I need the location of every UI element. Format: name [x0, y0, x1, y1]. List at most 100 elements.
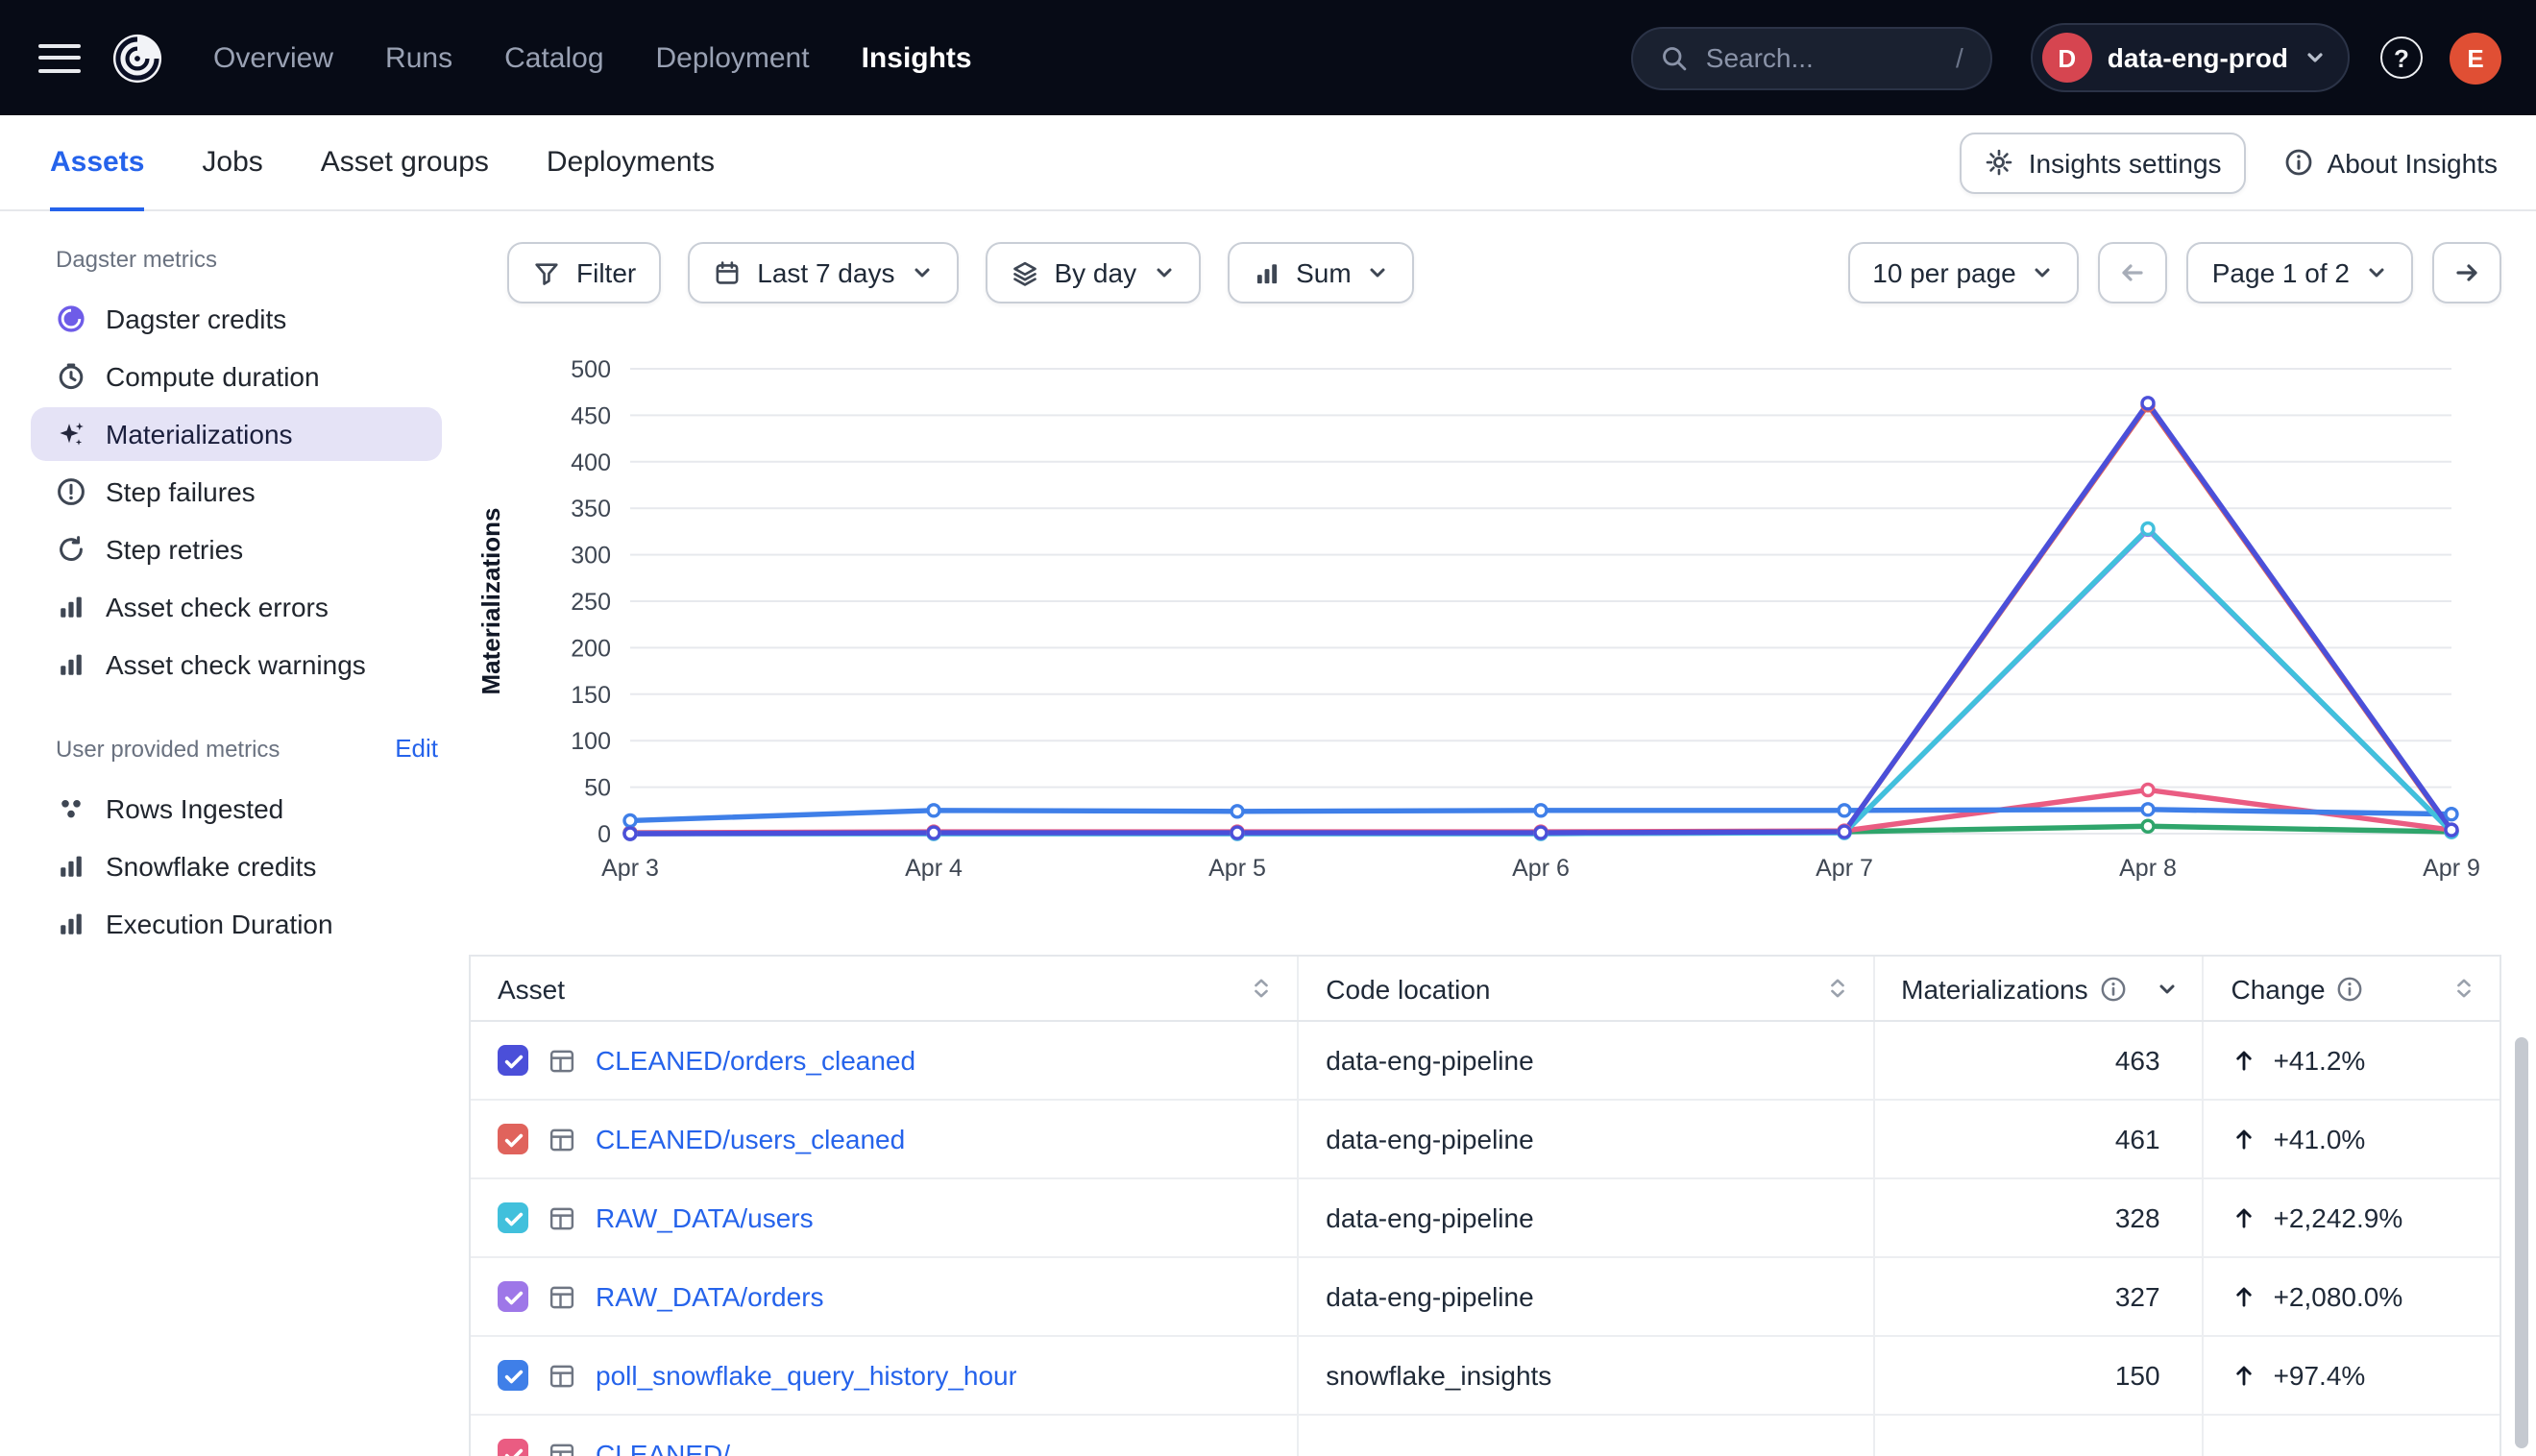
sidebar-item-step-failures[interactable]: Step failures [31, 465, 442, 519]
sidebar-item-asset-check-errors[interactable]: Asset check errors [31, 580, 442, 634]
search-shortcut: / [1956, 42, 1963, 73]
metrics-sidebar: Dagster metrics Dagster credits Compute … [0, 211, 469, 1456]
primary-nav: Overview Runs Catalog Deployment Insight… [213, 41, 972, 74]
prev-page-button[interactable] [2099, 242, 2168, 303]
sort-icon[interactable] [1249, 976, 1274, 1001]
check-icon [502, 1286, 524, 1307]
per-page-label: 10 per page [1872, 257, 2015, 288]
up-arrow-icon [2231, 1047, 2258, 1074]
calendar-icon [713, 258, 742, 287]
help-icon: ? [2394, 43, 2409, 72]
row-checkbox[interactable] [498, 1045, 528, 1076]
row-checkbox[interactable] [498, 1439, 528, 1456]
page-selector-button[interactable]: Page 1 of 2 [2187, 242, 2413, 303]
menu-button[interactable] [38, 43, 81, 72]
about-insights-link[interactable]: About Insights [2285, 147, 2498, 178]
table-body: CLEANED/orders_cleaned data-eng-pipeline… [471, 1022, 2499, 1456]
sort-icon[interactable] [1824, 976, 1849, 1001]
change-value: +41.2% [2274, 1045, 2366, 1076]
code-location-cell: data-eng-pipeline [1299, 1258, 1874, 1335]
column-header-asset[interactable]: Asset [471, 957, 1299, 1020]
row-checkbox[interactable] [498, 1360, 528, 1391]
nav-item-overview[interactable]: Overview [213, 41, 333, 74]
scrollbar-thumb[interactable] [2515, 1037, 2528, 1448]
svg-text:50: 50 [584, 775, 611, 802]
nav-item-runs[interactable]: Runs [385, 41, 452, 74]
tab-deployments[interactable]: Deployments [547, 115, 715, 209]
group-by-button[interactable]: By day [985, 242, 1200, 303]
asset-table-icon [548, 1125, 576, 1153]
about-insights-label: About Insights [2328, 147, 2498, 178]
dagster-logo[interactable] [111, 32, 163, 84]
row-checkbox[interactable] [498, 1124, 528, 1154]
page-body: Dagster metrics Dagster credits Compute … [0, 211, 2536, 1456]
org-switcher[interactable]: D data-eng-prod [2031, 23, 2350, 92]
asset-link[interactable]: RAW_DATA/orders [596, 1281, 824, 1312]
edit-metrics-link[interactable]: Edit [395, 734, 438, 763]
toolbar-right: 10 per page Page 1 of 2 [1847, 242, 2501, 303]
column-label: Asset [498, 973, 565, 1004]
nav-item-catalog[interactable]: Catalog [504, 41, 603, 74]
nav-item-insights[interactable]: Insights [862, 41, 972, 74]
top-nav: Overview Runs Catalog Deployment Insight… [0, 0, 2536, 115]
filter-button[interactable]: Filter [507, 242, 661, 303]
chevron-down-icon [1152, 261, 1175, 284]
tab-jobs[interactable]: Jobs [202, 115, 262, 209]
sidebar-item-asset-check-warnings[interactable]: Asset check warnings [31, 638, 442, 692]
table-row: CLEANED/orders_cleaned data-eng-pipeline… [471, 1022, 2499, 1101]
row-checkbox[interactable] [498, 1202, 528, 1233]
svg-text:100: 100 [571, 728, 611, 755]
asset-link[interactable]: CLEANED/… [596, 1439, 757, 1456]
tab-asset-groups[interactable]: Asset groups [321, 115, 489, 209]
asset-link[interactable]: poll_snowflake_query_history_hour [596, 1360, 1017, 1391]
materializations-cell [1874, 1416, 2204, 1456]
info-icon[interactable] [2337, 975, 2364, 1002]
tab-assets[interactable]: Assets [50, 115, 144, 209]
row-checkbox[interactable] [498, 1281, 528, 1312]
column-header-materializations[interactable]: Materializations [1874, 957, 2204, 1020]
search-icon [1660, 43, 1689, 72]
sidebar-section-header: Dagster metrics [31, 246, 442, 292]
sidebar-item-materializations[interactable]: Materializations [31, 407, 442, 461]
sidebar-item-execution-duration[interactable]: Execution Duration [31, 897, 442, 951]
code-location-cell: snowflake_insights [1299, 1337, 1874, 1414]
nav-item-deployment[interactable]: Deployment [656, 41, 810, 74]
asset-link[interactable]: CLEANED/users_cleaned [596, 1124, 905, 1154]
sidebar-item-compute-duration[interactable]: Compute duration [31, 350, 442, 403]
sidebar-item-step-retries[interactable]: Step retries [31, 522, 442, 576]
main-content: Filter Last 7 days [469, 211, 2536, 1456]
per-page-button[interactable]: 10 per page [1847, 242, 2079, 303]
svg-text:Materializations: Materializations [476, 507, 505, 694]
chevron-down-icon [910, 261, 933, 284]
assets-table: Asset Code location Materializations [469, 955, 2501, 1456]
asset-link[interactable]: RAW_DATA/users [596, 1202, 814, 1233]
sidebar-item-rows-ingested[interactable]: Rows Ingested [31, 782, 442, 836]
column-label: Change [2231, 973, 2326, 1004]
help-button[interactable]: ? [2380, 36, 2423, 79]
dagster-logo-icon [111, 32, 163, 84]
svg-text:Apr 6: Apr 6 [1512, 855, 1570, 882]
svg-text:500: 500 [571, 356, 611, 383]
aggregation-button[interactable]: Sum [1227, 242, 1415, 303]
line-chart: 050100150200250300350400450500Apr 3Apr 4… [469, 319, 2536, 895]
column-header-change[interactable]: Change [2205, 957, 2499, 1020]
date-range-button[interactable]: Last 7 days [688, 242, 958, 303]
asset-link[interactable]: CLEANED/orders_cleaned [596, 1045, 915, 1076]
section-title-dagster-metrics: Dagster metrics [56, 246, 217, 273]
insights-settings-button[interactable]: Insights settings [1960, 132, 2247, 193]
section-title-user-metrics: User provided metrics [56, 735, 280, 762]
next-page-button[interactable] [2432, 242, 2501, 303]
alert-circle-icon [56, 476, 86, 507]
info-icon[interactable] [2100, 975, 2127, 1002]
sidebar-item-label: Dagster credits [106, 303, 286, 334]
sidebar-item-snowflake-credits[interactable]: Snowflake credits [31, 839, 442, 893]
column-header-code-location[interactable]: Code location [1299, 957, 1874, 1020]
chevron-down-icon [1367, 261, 1390, 284]
user-avatar[interactable]: E [2450, 32, 2501, 84]
chevron-down-icon[interactable] [2157, 977, 2180, 1000]
sidebar-item-dagster-credits[interactable]: Dagster credits [31, 292, 442, 346]
svg-text:200: 200 [571, 635, 611, 662]
search-input[interactable]: Search... / [1631, 26, 1992, 89]
org-avatar: D [2042, 33, 2092, 83]
sort-icon[interactable] [2451, 976, 2476, 1001]
